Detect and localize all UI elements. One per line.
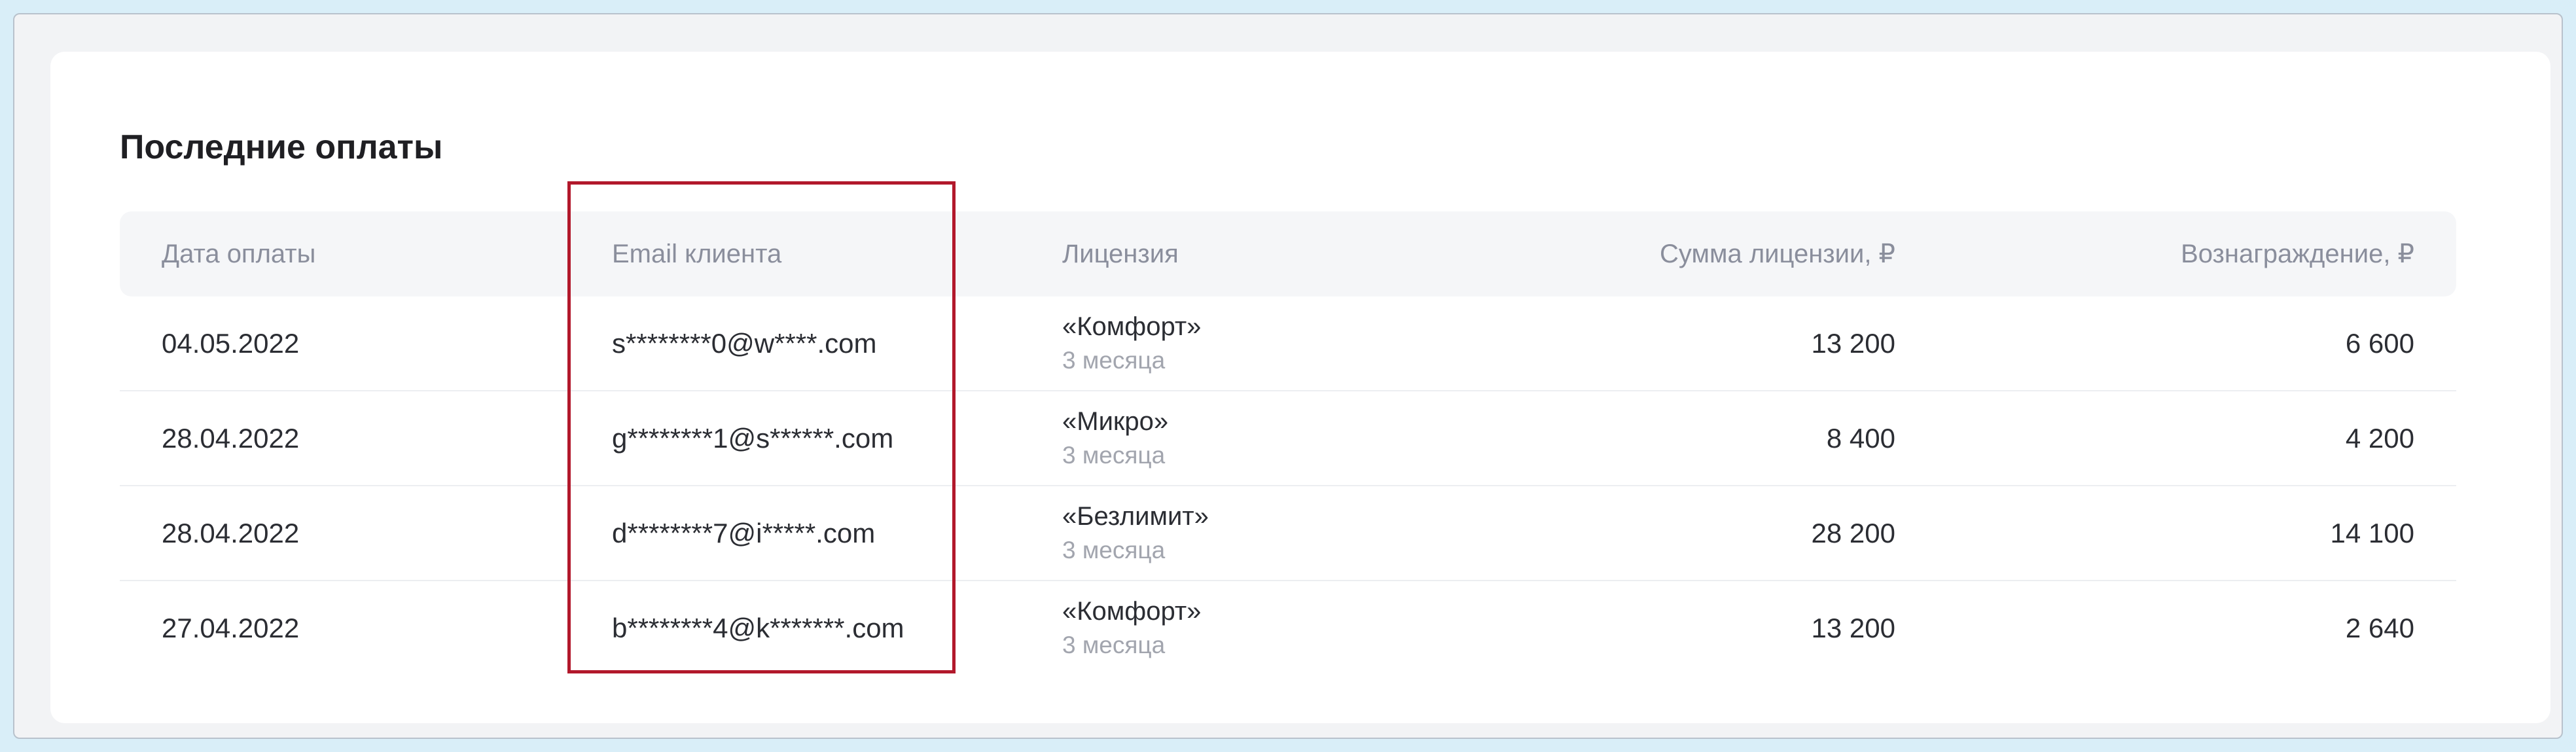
reward-amount: 4 200 (2345, 423, 2414, 454)
license-info: «Безлимит» 3 месяца (1062, 499, 1209, 567)
column-header-date[interactable]: Дата оплаты (162, 211, 315, 296)
license-info: «Комфорт» 3 месяца (1062, 310, 1201, 378)
license-period: 3 месяца (1062, 347, 1166, 374)
license-info: «Комфорт» 3 месяца (1062, 594, 1201, 662)
license-name: «Безлимит» (1062, 502, 1209, 531)
payment-date: 27.04.2022 (162, 613, 300, 643)
license-period: 3 месяца (1062, 537, 1166, 564)
license-sum: 13 200 (1811, 613, 1895, 643)
payment-date: 28.04.2022 (162, 423, 300, 454)
column-header-sum[interactable]: Сумма лицензии, ₽ (1660, 211, 1895, 296)
column-header-license[interactable]: Лицензия (1062, 211, 1179, 296)
license-sum: 28 200 (1811, 518, 1895, 548)
payments-table: Дата оплаты Email клиента Лицензия Сумма… (120, 211, 2456, 675)
reward-amount: 6 600 (2345, 328, 2414, 359)
page-title: Последние оплаты (120, 128, 443, 166)
license-name: «Комфорт» (1062, 312, 1202, 341)
table-row: 28.04.2022 g********1@s******.com «Микро… (120, 391, 2456, 486)
license-sum: 13 200 (1811, 328, 1895, 359)
reward-amount: 14 100 (2330, 518, 2414, 548)
license-name: «Микро» (1062, 407, 1169, 436)
license-name: «Комфорт» (1062, 597, 1202, 626)
license-info: «Микро» 3 месяца (1062, 404, 1168, 473)
license-sum: 8 400 (1826, 423, 1895, 454)
payment-date: 28.04.2022 (162, 518, 300, 548)
table-row: 27.04.2022 b********4@k*******.com «Комф… (120, 581, 2456, 675)
license-period: 3 месяца (1062, 632, 1166, 658)
email-column-highlight (567, 181, 956, 673)
table-header: Дата оплаты Email клиента Лицензия Сумма… (120, 211, 2456, 296)
payment-date: 04.05.2022 (162, 328, 300, 359)
table-row: 28.04.2022 d********7@i*****.com «Безлим… (120, 486, 2456, 581)
column-header-reward[interactable]: Вознаграждение, ₽ (2181, 211, 2414, 296)
license-period: 3 месяца (1062, 442, 1166, 469)
reward-amount: 2 640 (2345, 613, 2414, 643)
table-row: 04.05.2022 s********0@w****.com «Комфорт… (120, 296, 2456, 391)
